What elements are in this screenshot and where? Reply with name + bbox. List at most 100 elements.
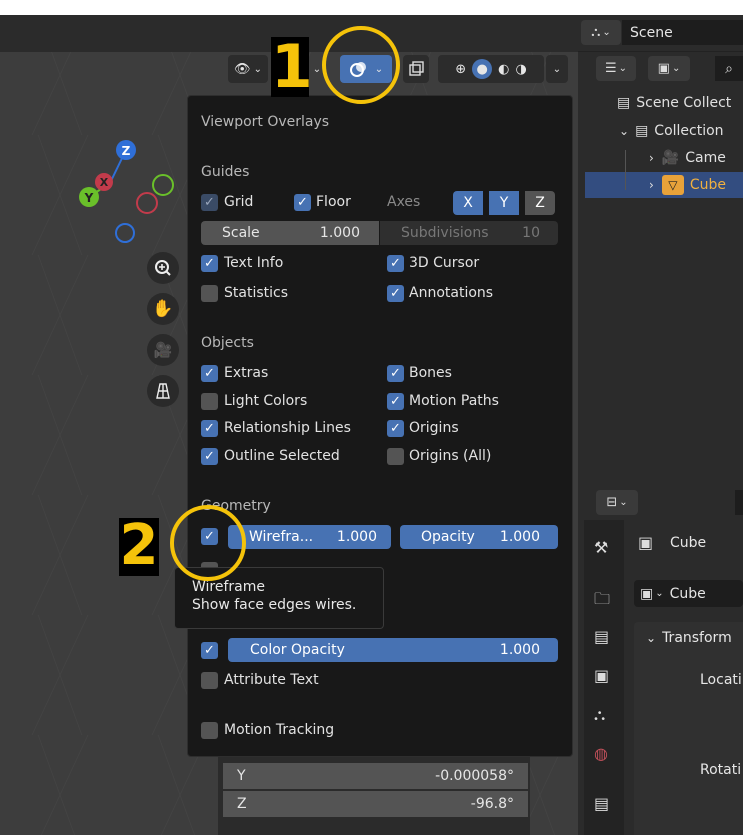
perspective-grid-icon[interactable] xyxy=(147,375,179,407)
opacity-value: 1.000 xyxy=(499,529,540,545)
wireframe-label: Wirefra... xyxy=(249,529,314,545)
location-label: Locati xyxy=(700,672,742,688)
shading-options-dropdown[interactable]: ⌄ xyxy=(546,55,568,83)
outliner-row[interactable]: ⌄ ▤ Collection xyxy=(585,118,743,144)
origins-all-checkbox[interactable] xyxy=(387,448,404,465)
opacity-slider[interactable]: Opacity 1.000 xyxy=(400,525,558,549)
object-icon: ▣ xyxy=(640,585,654,602)
motion-tracking-checkbox[interactable] xyxy=(201,722,218,739)
wireframe-slider[interactable]: Wirefra... 1.000 xyxy=(228,525,391,549)
navigation-gizmo[interactable]: Z X Y xyxy=(70,135,180,250)
collection-tab-icon[interactable]: ▤ xyxy=(594,794,609,813)
rendered-shading-icon[interactable]: ◑ xyxy=(515,62,526,77)
highlight-ring-1 xyxy=(322,26,400,104)
image-icon: ▣ xyxy=(657,61,670,76)
wireframe-shading-icon[interactable]: ⊕ xyxy=(455,62,466,77)
object-name-label: Cube xyxy=(670,535,707,551)
xray-toggle[interactable] xyxy=(403,55,429,83)
chevron-down-icon: ⌄ xyxy=(619,124,630,138)
3d-cursor-checkbox[interactable]: ✓ xyxy=(387,255,404,272)
rotation-y-label: Y xyxy=(237,768,246,784)
properties-search-field[interactable] xyxy=(735,490,743,515)
statistics-label: Statistics xyxy=(224,285,288,301)
outline-selected-checkbox[interactable]: ✓ xyxy=(201,448,218,465)
view-layer-tab-icon[interactable]: ▣ xyxy=(594,666,609,685)
chevron-down-icon: ⌄ xyxy=(618,63,628,74)
grid-label: Grid xyxy=(224,194,254,210)
color-opacity-slider[interactable]: Color Opacity 1.000 xyxy=(228,638,558,662)
axis-x-toggle[interactable]: X xyxy=(453,191,483,215)
tooltip-description: Show face edges wires. xyxy=(192,597,357,613)
editor-type-button[interactable]: ⊟ ⌄ xyxy=(596,490,638,515)
camera-view-icon[interactable]: 🎥 xyxy=(147,334,179,366)
chevron-down-icon: ⌄ xyxy=(671,63,681,74)
outliner-row[interactable]: › 🎥 Came xyxy=(585,145,743,171)
text-info-checkbox[interactable]: ✓ xyxy=(201,255,218,272)
rotation-z-field[interactable]: Z -96.8° xyxy=(223,791,528,817)
world-tab-icon[interactable]: ◍ xyxy=(594,744,608,763)
material-shading-icon[interactable]: ◐ xyxy=(498,62,509,77)
grid-checkbox[interactable]: ✓ xyxy=(201,194,218,211)
axis-z-toggle[interactable]: Z xyxy=(525,191,555,215)
chevron-down-icon: ⌄ xyxy=(619,497,628,508)
outliner-row-selected[interactable]: › ▽ Cube xyxy=(585,172,743,198)
outliner-label: Came xyxy=(685,150,726,166)
chevron-right-icon: › xyxy=(649,178,654,192)
relationship-lines-checkbox[interactable]: ✓ xyxy=(201,420,218,437)
bones-checkbox[interactable]: ✓ xyxy=(387,365,404,382)
opacity-label: Opacity xyxy=(421,529,475,545)
display-mode-button[interactable]: ☰ ⌄ xyxy=(596,56,636,81)
text-info-label: Text Info xyxy=(224,255,284,271)
origins-all-label: Origins (All) xyxy=(409,448,492,464)
outliner-search-icon[interactable]: ⌕ xyxy=(715,56,743,81)
light-colors-checkbox[interactable] xyxy=(201,393,218,410)
motion-paths-checkbox[interactable]: ✓ xyxy=(387,393,404,410)
rotation-y-field[interactable]: Y -0.000058° xyxy=(223,763,528,789)
scale-slider[interactable]: Scale 1.000 xyxy=(201,221,379,245)
outliner-panel xyxy=(578,15,743,485)
chevron-down-icon: ⌄ xyxy=(312,63,322,75)
transform-label: Transform xyxy=(662,630,732,646)
svg-text:X: X xyxy=(100,176,109,189)
svg-text:Y: Y xyxy=(84,191,94,205)
attribute-text-label: Attribute Text xyxy=(224,672,319,688)
filter-button[interactable]: ▣ ⌄ xyxy=(648,56,690,81)
axis-x-label: X xyxy=(463,195,473,211)
axis-y-toggle[interactable]: Y xyxy=(489,191,519,215)
axis-z-label: Z xyxy=(535,195,545,211)
zoom-icon[interactable] xyxy=(147,252,179,284)
pan-hand-icon[interactable]: ✋ xyxy=(147,293,179,325)
chevron-down-icon: ⌄ xyxy=(552,63,562,75)
subdivisions-label: Subdivisions xyxy=(401,225,489,241)
solid-shading-icon[interactable]: ● xyxy=(472,59,493,79)
tool-tab-icon[interactable]: ⚒ xyxy=(594,538,608,557)
eye-icon: 👁 xyxy=(234,61,251,77)
rotation-label: Rotati xyxy=(700,762,742,778)
floor-checkbox[interactable]: ✓ xyxy=(294,194,311,211)
subdivisions-slider[interactable]: Subdivisions 10 xyxy=(380,221,558,245)
statistics-checkbox[interactable] xyxy=(201,285,218,302)
popover-title: Viewport Overlays xyxy=(201,114,330,130)
bones-label: Bones xyxy=(409,365,452,381)
chevron-right-icon: › xyxy=(649,151,654,165)
view-object-types-button[interactable]: 👁 ⌄ xyxy=(228,55,268,83)
object-datablock-field[interactable]: ▣ ⌄ Cube xyxy=(634,580,743,607)
annotations-checkbox[interactable]: ✓ xyxy=(387,285,404,302)
marker-number-2: 2 xyxy=(119,513,159,578)
transform-header[interactable]: ⌄ Transform xyxy=(646,630,732,646)
outliner-label: Scene Collect xyxy=(636,95,732,111)
output-tab-icon[interactable]: ▤ xyxy=(594,627,609,646)
rotation-z-label: Z xyxy=(237,796,247,812)
color-opacity-checkbox[interactable]: ✓ xyxy=(201,642,218,659)
light-colors-label: Light Colors xyxy=(224,393,308,409)
chevron-down-icon: ⌄ xyxy=(602,27,611,38)
scene-selector-button[interactable]: ⛬ ⌄ xyxy=(581,20,621,45)
outliner-label: Cube xyxy=(689,177,726,193)
render-tab-icon[interactable]: 🗀 xyxy=(594,588,610,615)
attribute-text-checkbox[interactable] xyxy=(201,672,218,689)
outliner-row[interactable]: ▤ Scene Collect xyxy=(585,90,743,116)
extras-checkbox[interactable]: ✓ xyxy=(201,365,218,382)
origins-checkbox[interactable]: ✓ xyxy=(387,420,404,437)
scene-name-field[interactable]: Scene xyxy=(622,20,743,45)
scene-tab-icon[interactable]: ⛬ xyxy=(594,705,605,725)
